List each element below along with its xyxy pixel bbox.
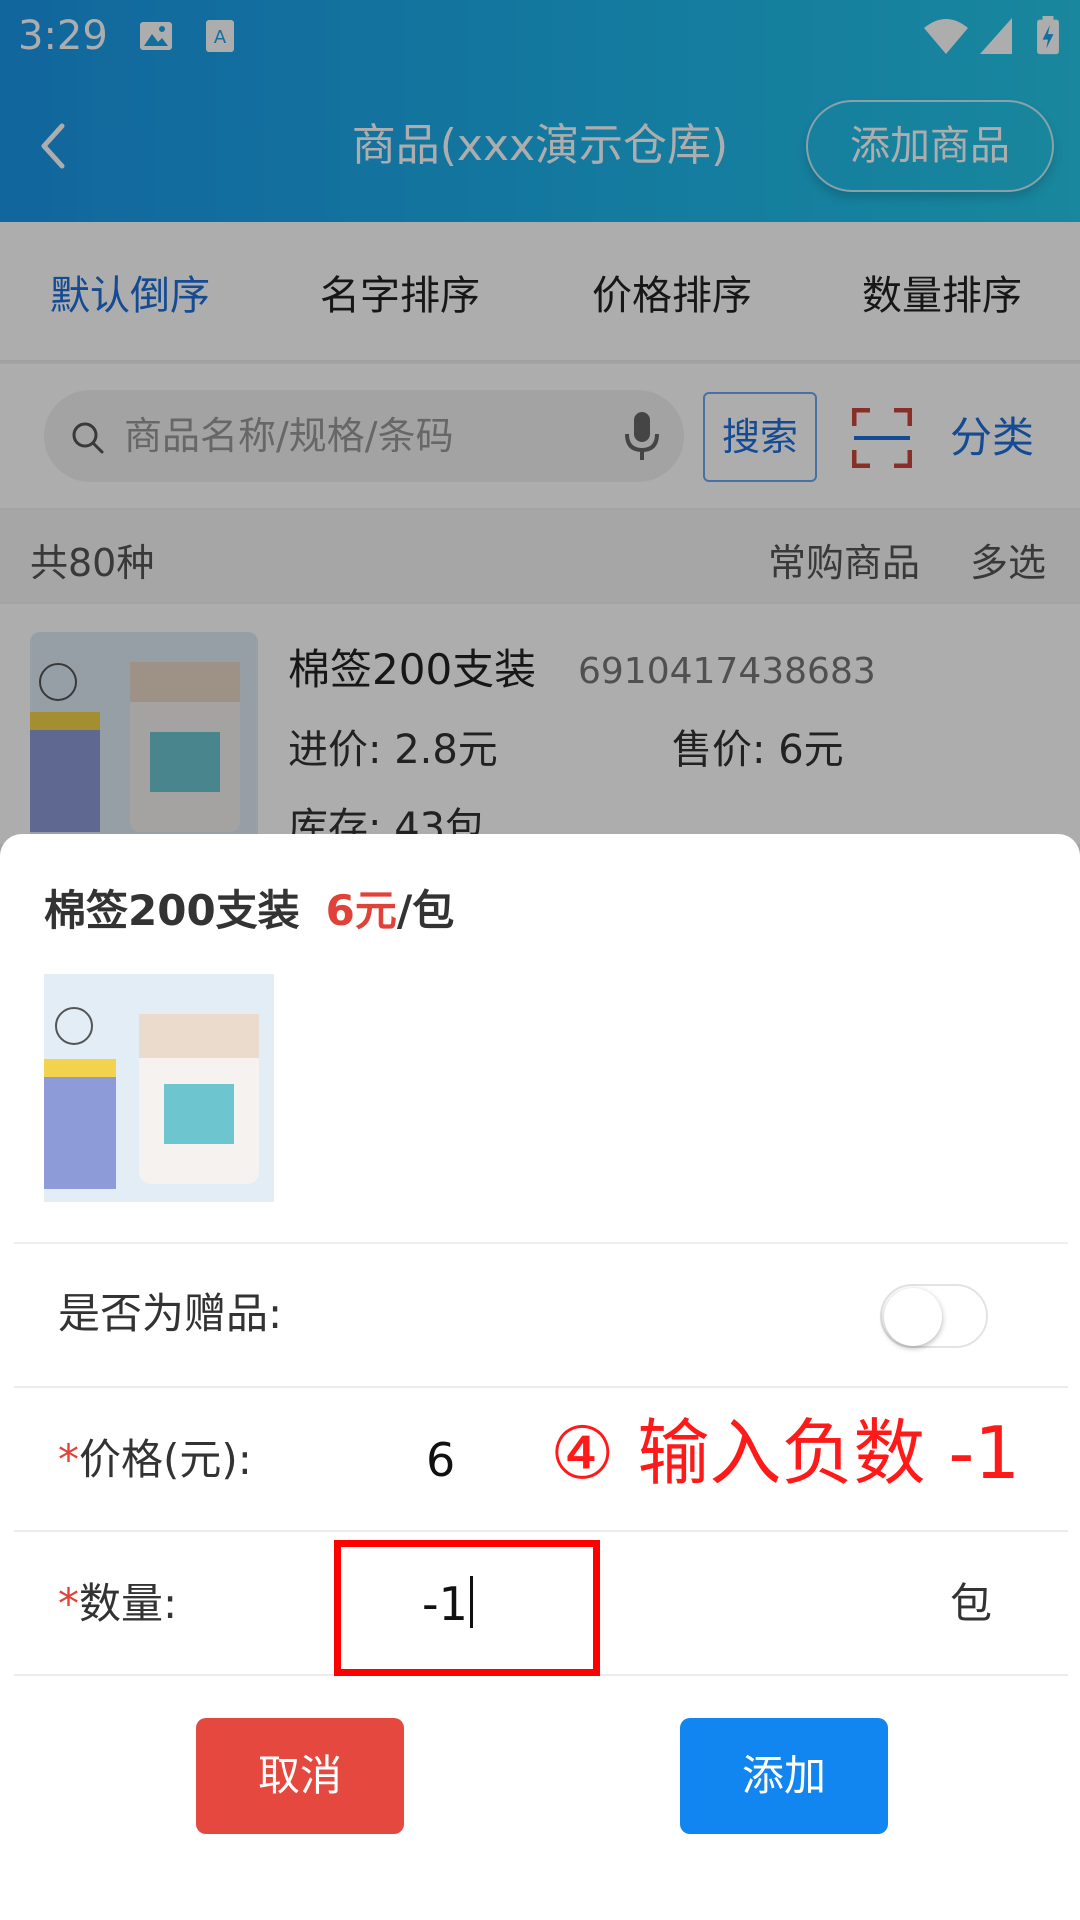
gift-label: 是否为赠品: <box>58 1289 283 1338</box>
quantity-label-text: 数量: <box>79 1579 178 1628</box>
sheet-unit-suffix: /包 <box>396 886 455 935</box>
annotation-text: ④ 输入负数 -1 <box>550 1411 1021 1495</box>
sheet-title: 棉签200支装 6元/包 <box>44 880 454 942</box>
cancel-button[interactable]: 取消 <box>196 1718 404 1834</box>
price-label-text: 价格(元): <box>79 1435 252 1484</box>
quantity-label: *数量: <box>58 1574 177 1634</box>
required-mark: * <box>58 1579 79 1628</box>
sheet-product-name: 棉签200支装 <box>44 886 300 935</box>
highlight-box <box>334 1540 600 1676</box>
gift-toggle-knob <box>884 1288 942 1346</box>
price-label: *价格(元): <box>58 1430 252 1490</box>
quantity-unit: 包 <box>950 1579 993 1628</box>
price-input[interactable]: 6 <box>426 1430 455 1490</box>
required-mark: * <box>58 1435 79 1484</box>
gift-row: 是否为赠品: <box>14 1244 1068 1388</box>
sheet-product-image <box>44 974 274 1202</box>
gift-toggle[interactable] <box>880 1284 988 1348</box>
add-button[interactable]: 添加 <box>680 1718 888 1834</box>
sheet-price: 6元 <box>325 886 397 935</box>
price-row: *价格(元): 6 ④ 输入负数 -1 <box>14 1388 1068 1532</box>
